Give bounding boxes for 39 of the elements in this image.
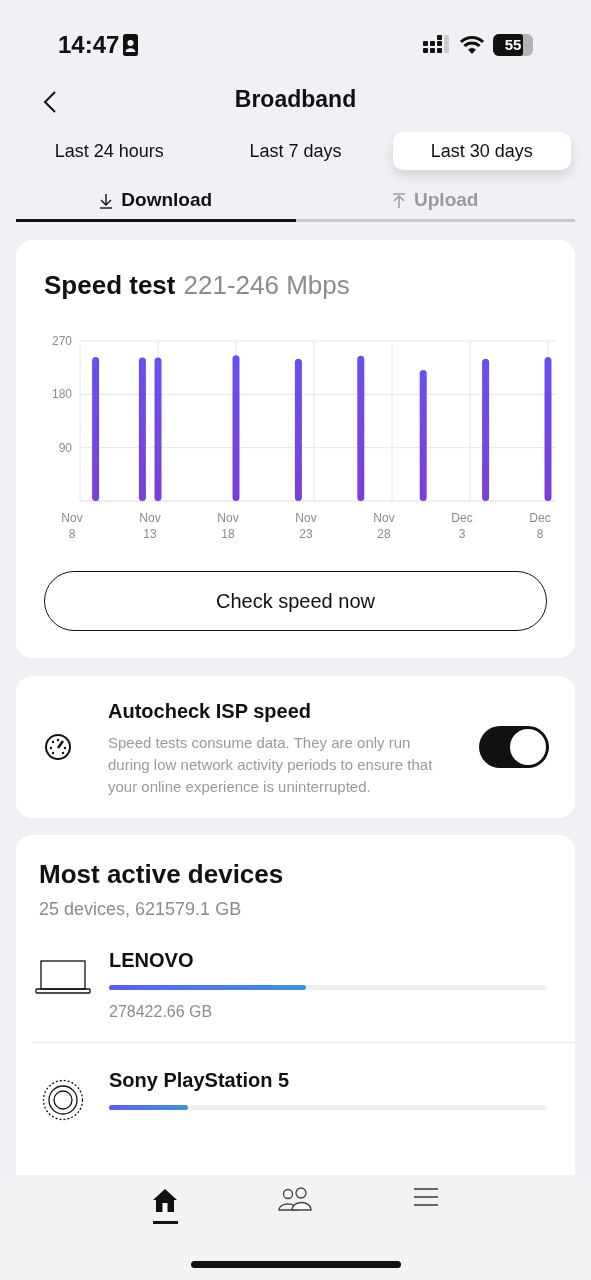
y-tick-label: 180 [51, 387, 72, 402]
menu-icon [412, 1187, 439, 1207]
x-tick-label: Nov 13 [139, 511, 161, 541]
device-usage: 278422.66 GB [109, 1002, 214, 1022]
device-name: LENOVO [109, 948, 195, 973]
y-tick-label: 270 [51, 334, 72, 348]
upload-icon [392, 192, 407, 209]
back-icon [42, 90, 58, 114]
period-tab[interactable]: Last 30 days [392, 132, 571, 170]
speedometer-icon [44, 733, 72, 761]
page-title: Broadband [234, 84, 357, 114]
badge-icon [123, 34, 139, 56]
period-tab[interactable]: Last 24 hours [20, 132, 199, 170]
autocheck-switch[interactable] [479, 726, 549, 768]
speed-range: 221-246 Mbps [183, 269, 350, 302]
laptop-icon [35, 959, 91, 995]
setting-description: Speed tests consume data. They are only run during low network activity periods to ensure that your online experience is uninterrupted. [108, 733, 434, 797]
setting-title: Autocheck ISP speed [108, 699, 313, 724]
download-icon [99, 192, 114, 209]
x-tick-label: Nov 8 [61, 511, 83, 541]
y-tick-label: 90 [58, 440, 72, 455]
x-tick-label: Nov 28 [373, 511, 395, 541]
signal-icon [423, 35, 451, 55]
battery-indicator: 55 [493, 34, 533, 56]
x-tick-label: Nov 23 [295, 511, 317, 541]
device-name: Sony PlayStation 5 [109, 1068, 291, 1093]
direction-tab[interactable]: Download [16, 182, 296, 222]
people-icon [278, 1187, 313, 1211]
x-tick-label: Dec 8 [529, 511, 551, 541]
period-tab[interactable]: Last 7 days [206, 132, 385, 170]
card-title: Speed test [44, 269, 176, 302]
status-time: 14:47 [58, 30, 120, 60]
check-speed-button[interactable]: Check speed now [44, 571, 547, 631]
x-tick-label: Dec 3 [451, 511, 473, 541]
section-title: Most active devices [39, 858, 285, 891]
wifi-icon [459, 35, 485, 55]
disc-icon [42, 1079, 84, 1121]
x-tick-label: Nov 18 [217, 511, 239, 541]
devices-summary: 25 devices, 621579.1 GB [39, 898, 243, 921]
